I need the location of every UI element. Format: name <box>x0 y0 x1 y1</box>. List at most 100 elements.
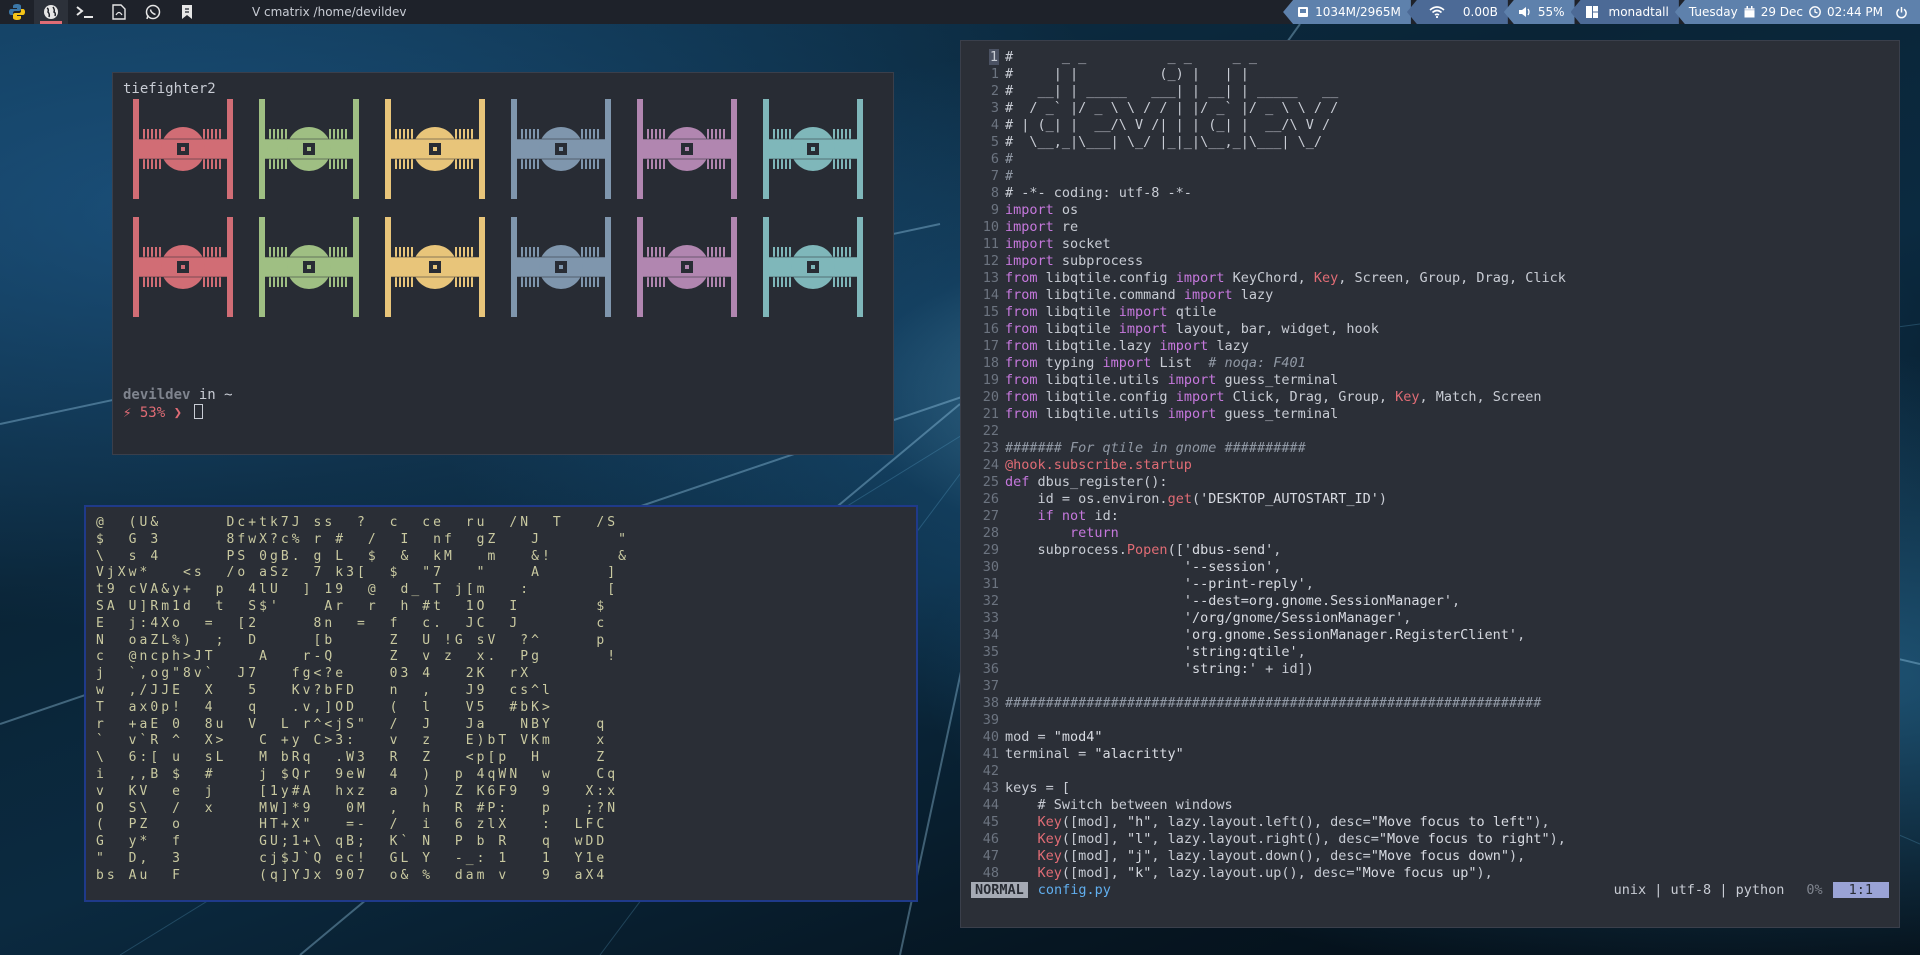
vim-scroll-percent: 0% <box>1806 882 1823 898</box>
code-text: @hook.subscribe.startup <box>1005 457 1192 473</box>
code-line[interactable]: 27 if not id: <box>961 508 1899 525</box>
line-number: 38 <box>982 695 999 711</box>
group-python[interactable] <box>0 0 34 24</box>
code-text: from libqtile.lazy import lazy <box>1005 338 1249 354</box>
code-line[interactable]: 43 keys = [ <box>961 780 1899 797</box>
cmatrix-row: j `,og"8v` J7 fg<?e 03 4 2K rX <box>96 666 608 682</box>
code-line[interactable]: 12 import subprocess <box>961 253 1899 270</box>
group-docs[interactable] <box>102 0 136 24</box>
code-text: return <box>1070 525 1119 541</box>
line-number: 37 <box>982 678 999 694</box>
code-line[interactable]: 39 <box>961 712 1899 729</box>
code-line[interactable]: 33 '/org/gnome/SessionManager', <box>961 610 1899 627</box>
volume-icon <box>1518 7 1530 17</box>
code-line[interactable]: 38 ######################################… <box>961 695 1899 712</box>
code-line[interactable]: 11 import socket <box>961 236 1899 253</box>
code-line[interactable]: 16 from libqtile import layout, bar, widg… <box>961 321 1899 338</box>
code-line[interactable]: 20 from libqtile.config import Click, Dra… <box>961 389 1899 406</box>
code-line[interactable]: 5 # \__,_|\___| \_/ |_|_|\__,_|\___| \_/ <box>961 134 1899 151</box>
code-line[interactable]: 31 '--print-reply', <box>961 576 1899 593</box>
terminal-window-tiefighter[interactable]: tiefighter2 devildev in ~ ⚡ 53% ❯ <box>112 72 894 455</box>
code-line[interactable]: 36 'string:' + id]) <box>961 661 1899 678</box>
power-icon[interactable] <box>1895 6 1908 19</box>
code-line[interactable]: 44 # Switch between windows <box>961 797 1899 814</box>
code-line[interactable]: 46 Key([mod], "l", lazy.layout.right(), … <box>961 831 1899 848</box>
code-text: from libqtile.utils import guess_termina… <box>1005 406 1339 422</box>
code-line[interactable]: 48 Key([mod], "k", lazy.layout.up(), des… <box>961 865 1899 882</box>
code-line[interactable]: 10 import re <box>961 219 1899 236</box>
code-line[interactable]: 2 # __| | _____ ___| | __| | _____ __ <box>961 83 1899 100</box>
code-line[interactable]: 22 <box>961 423 1899 440</box>
code-line[interactable]: 19 from libqtile.utils import guess_termi… <box>961 372 1899 389</box>
code-line[interactable]: 47 Key([mod], "j", lazy.layout.down(), d… <box>961 848 1899 865</box>
line-number: 2 <box>990 83 999 99</box>
cmatrix-row: O S\ / x MW]*9 0M , h R #P: p ;?N <box>96 800 619 816</box>
code-line[interactable]: 7 # <box>961 168 1899 185</box>
code-text: # / _` |/ _ \ \ / / | |/ _` |/ _ \ \ / / <box>1005 100 1339 116</box>
line-number: 10 <box>982 219 999 235</box>
layout-widget[interactable]: monadtall <box>1570 0 1679 24</box>
code-line[interactable]: 8 # -*- coding: utf-8 -*- <box>961 185 1899 202</box>
code-line[interactable]: 28 return <box>961 525 1899 542</box>
clock-widget[interactable]: Tuesday 29 Dec 02:44 PM <box>1674 0 1920 24</box>
network-widget[interactable]: 0.00B <box>1406 0 1508 24</box>
code-line[interactable]: 6 # <box>961 151 1899 168</box>
code-line[interactable]: 23 ####### For qtile in gnome ########## <box>961 440 1899 457</box>
code-text: keys = [ <box>1005 780 1071 796</box>
code-line[interactable]: 15 from libqtile import qtile <box>961 304 1899 321</box>
code-line[interactable]: 32 '--dest=org.gnome.SessionManager', <box>961 593 1899 610</box>
code-line[interactable]: 37 <box>961 678 1899 695</box>
code-line[interactable]: 4 # | (_| | __/\ V /| | | (_| | __/\ V / <box>961 117 1899 134</box>
memory-widget[interactable]: 1034M/2965M <box>1283 0 1411 24</box>
editor-buffer[interactable]: 1 # _ _ _ _ _ _ 1 # | | (_) | | | 2 # __| | _… <box>961 49 1899 882</box>
code-text: import socket <box>1005 236 1111 252</box>
line-number: 16 <box>982 321 999 337</box>
code-line[interactable]: 25 def dbus_register(): <box>961 474 1899 491</box>
code-line[interactable]: 40 mod = "mod4" <box>961 729 1899 746</box>
cmatrix-row: $ G 3 8fwX?c% r # / I nf gZ J " <box>96 531 629 547</box>
line-number: 15 <box>982 304 999 320</box>
code-line[interactable]: 17 from libqtile.lazy import lazy <box>961 338 1899 355</box>
code-line[interactable]: 14 from libqtile.command import lazy <box>961 287 1899 304</box>
code-line[interactable]: 29 subprocess.Popen(['dbus-send', <box>961 542 1899 559</box>
terminal-output-title: tiefighter2 <box>123 81 216 97</box>
line-number: 48 <box>982 865 999 881</box>
code-line[interactable]: 45 Key([mod], "h", lazy.layout.left(), d… <box>961 814 1899 831</box>
code-line[interactable]: 18 from typing import List # noqa: F401 <box>961 355 1899 372</box>
code-line[interactable]: 30 '--session', <box>961 559 1899 576</box>
memory-value: 1034M/2965M <box>1315 5 1401 19</box>
group-web[interactable] <box>34 0 68 24</box>
line-number: 9 <box>990 202 999 218</box>
shell-prompt-line2[interactable]: ⚡ 53% ❯ <box>123 404 204 421</box>
text-cursor <box>194 404 204 419</box>
code-line[interactable]: 3 # / _` |/ _ \ \ / / | |/ _` |/ _ \ \ / … <box>961 100 1899 117</box>
tiefighter-art <box>133 99 863 317</box>
group-misc[interactable] <box>170 0 204 24</box>
line-number: 22 <box>982 423 999 439</box>
line-number: 27 <box>982 508 999 524</box>
editor-window-vim[interactable]: 1 # _ _ _ _ _ _ 1 # | | (_) | | | 2 # __| | _… <box>960 40 1900 928</box>
code-line[interactable]: 21 from libqtile.utils import guess_termi… <box>961 406 1899 423</box>
code-line[interactable]: 26 id = os.environ.get('DESKTOP_AUTOSTAR… <box>961 491 1899 508</box>
group-terminal[interactable] <box>68 0 102 24</box>
code-text: import re <box>1005 219 1079 235</box>
code-line[interactable]: 34 'org.gnome.SessionManager.RegisterCli… <box>961 627 1899 644</box>
code-line[interactable]: 35 'string:qtile', <box>961 644 1899 661</box>
group-chat[interactable] <box>136 0 170 24</box>
code-line[interactable]: 9 import os <box>961 202 1899 219</box>
prompt-user: devildev <box>123 387 191 403</box>
code-line[interactable]: 24 @hook.subscribe.startup <box>961 457 1899 474</box>
code-line[interactable]: 13 from libqtile.config import KeyChord, … <box>961 270 1899 287</box>
code-line[interactable]: 41 terminal = "alacritty" <box>961 746 1899 763</box>
code-text: # \__,_|\___| \_/ |_|_|\__,_|\___| \_/ <box>1005 134 1322 150</box>
code-line[interactable]: 1 # | | (_) | | | <box>961 66 1899 83</box>
code-text: from libqtile.command import lazy <box>1005 287 1274 303</box>
clock-date: 29 Dec <box>1760 5 1803 19</box>
line-number: 1 <box>988 49 999 65</box>
terminal-window-cmatrix[interactable]: @ (U& Dc+tk7J ss ? c ce ru /N T /S $ G 3 … <box>84 505 918 902</box>
volume-widget[interactable]: 55% <box>1503 0 1575 24</box>
cmatrix-row: i ,,B $ # j $Qr 9eW 4 ) p 4qWN w Cq <box>96 766 619 782</box>
line-number: 43 <box>982 780 999 796</box>
code-line[interactable]: 42 <box>961 763 1899 780</box>
code-line[interactable]: 1 # _ _ _ _ _ _ <box>961 49 1899 66</box>
